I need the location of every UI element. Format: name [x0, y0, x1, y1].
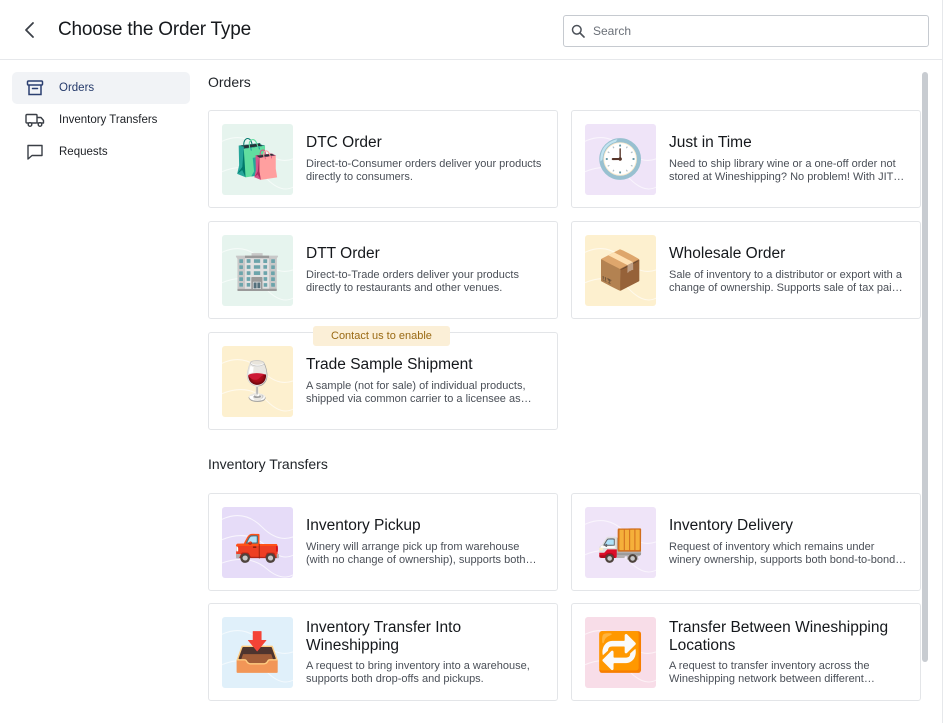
card-inventory-pickup[interactable]: 🛻 Inventory Pickup Winery will arrange p…	[208, 493, 558, 591]
repeat-arrows-icon: 🔁	[596, 631, 645, 674]
card-wholesale-order[interactable]: 📦 Wholesale Order Sale of inventory to a…	[571, 221, 921, 319]
card-inventory-delivery[interactable]: 🚚 Inventory Delivery Request of inventor…	[571, 493, 921, 591]
scrollbar-thumb[interactable]	[922, 72, 928, 662]
card-description: Direct-to-Consumer orders deliver your p…	[306, 158, 542, 183]
chat-bubble-icon	[25, 142, 45, 162]
card-thumbnail: 📦	[585, 235, 656, 306]
delivery-truck-icon: 🚚	[596, 521, 645, 564]
card-title: Transfer Between Wineshipping Locations	[669, 619, 889, 654]
wine-glass-icon: 🍷	[233, 360, 282, 403]
pickup-truck-icon: 🛻	[233, 521, 282, 564]
search-field[interactable]	[563, 15, 929, 47]
search-input[interactable]	[593, 24, 913, 38]
card-description: A request to bring inventory into a ware…	[306, 660, 530, 685]
card-thumbnail: 📥	[222, 617, 293, 688]
card-dtt-order[interactable]: 🏢 DTT Order Direct-to-Trade orders deliv…	[208, 221, 558, 319]
card-thumbnail: 🚚	[585, 507, 656, 578]
sidebar-item-label: Orders	[59, 82, 95, 94]
card-description: Request of inventory which remains under…	[669, 541, 896, 566]
card-transfer-between-locations[interactable]: 🔁 Transfer Between Wineshipping Location…	[571, 603, 921, 701]
card-description: Winery will arrange pick up from warehou…	[306, 541, 526, 566]
sidebar-item-label: Inventory Transfers	[59, 114, 158, 126]
card-title: Inventory Delivery	[669, 517, 794, 534]
packages-icon: 📦	[596, 249, 645, 292]
card-just-in-time[interactable]: 🕘 Just in Time Need to ship library wine…	[571, 110, 921, 208]
sidebar-item-requests[interactable]: Requests	[12, 136, 190, 168]
card-title: Just in Time	[669, 134, 752, 151]
truck-icon	[25, 110, 45, 130]
card-thumbnail: 🛻	[222, 507, 293, 578]
sidebar-item-orders[interactable]: Orders	[12, 72, 190, 104]
card-title: Inventory Transfer Into Wineshipping	[306, 619, 462, 654]
card-title: DTT Order	[306, 245, 380, 262]
card-description: Need to ship library wine or a one-off o…	[669, 158, 896, 183]
back-button[interactable]	[18, 18, 42, 42]
card-thumbnail: 🛍️	[222, 124, 293, 195]
inbox-tray-icon: 📥	[233, 631, 282, 674]
card-inventory-transfer-into-wineshipping[interactable]: 📥 Inventory Transfer Into Wineshipping A…	[208, 603, 558, 701]
card-description: Direct-to-Trade orders deliver your prod…	[306, 269, 519, 294]
card-dtc-order[interactable]: 🛍️ DTC Order Direct-to-Consumer orders d…	[208, 110, 558, 208]
section-title-orders: Orders	[208, 74, 251, 90]
archive-box-icon	[25, 78, 45, 98]
card-description: Sale of inventory to a distributor or ex…	[669, 269, 902, 294]
card-trade-sample-shipment[interactable]: Contact us to enable 🍷 Trade Sample Ship…	[208, 326, 558, 430]
clock-icon: 🕘	[596, 138, 645, 181]
card-title: Trade Sample Shipment	[306, 356, 473, 373]
sidebar-item-inventory-transfers[interactable]: Inventory Transfers	[12, 104, 190, 136]
divider	[942, 0, 943, 723]
main-content: Orders 🛍️ DTC Order Direct-to-Consumer o…	[208, 60, 922, 723]
section-title-inventory-transfers: Inventory Transfers	[208, 456, 328, 472]
sidebar: Orders Inventory Transfers Requests	[12, 72, 190, 168]
office-building-icon: 🏢	[233, 249, 282, 292]
card-thumbnail: 🔁	[585, 617, 656, 688]
contact-to-enable-badge: Contact us to enable	[313, 326, 450, 346]
card-title: DTC Order	[306, 134, 382, 151]
card-title: Wholesale Order	[669, 245, 786, 262]
page-title: Choose the Order Type	[58, 19, 251, 40]
sidebar-item-label: Requests	[59, 146, 108, 158]
card-thumbnail: 🏢	[222, 235, 293, 306]
card-description: A request to transfer inventory across t…	[669, 660, 870, 685]
header: Choose the Order Type	[0, 0, 942, 60]
shopping-bags-icon: 🛍️	[233, 138, 282, 181]
search-icon	[571, 23, 587, 39]
card-thumbnail: 🕘	[585, 124, 656, 195]
card-title: Inventory Pickup	[306, 517, 421, 534]
card-thumbnail: 🍷	[222, 346, 293, 417]
chevron-left-icon	[25, 22, 34, 38]
card-description: A sample (not for sale) of individual pr…	[306, 380, 526, 405]
